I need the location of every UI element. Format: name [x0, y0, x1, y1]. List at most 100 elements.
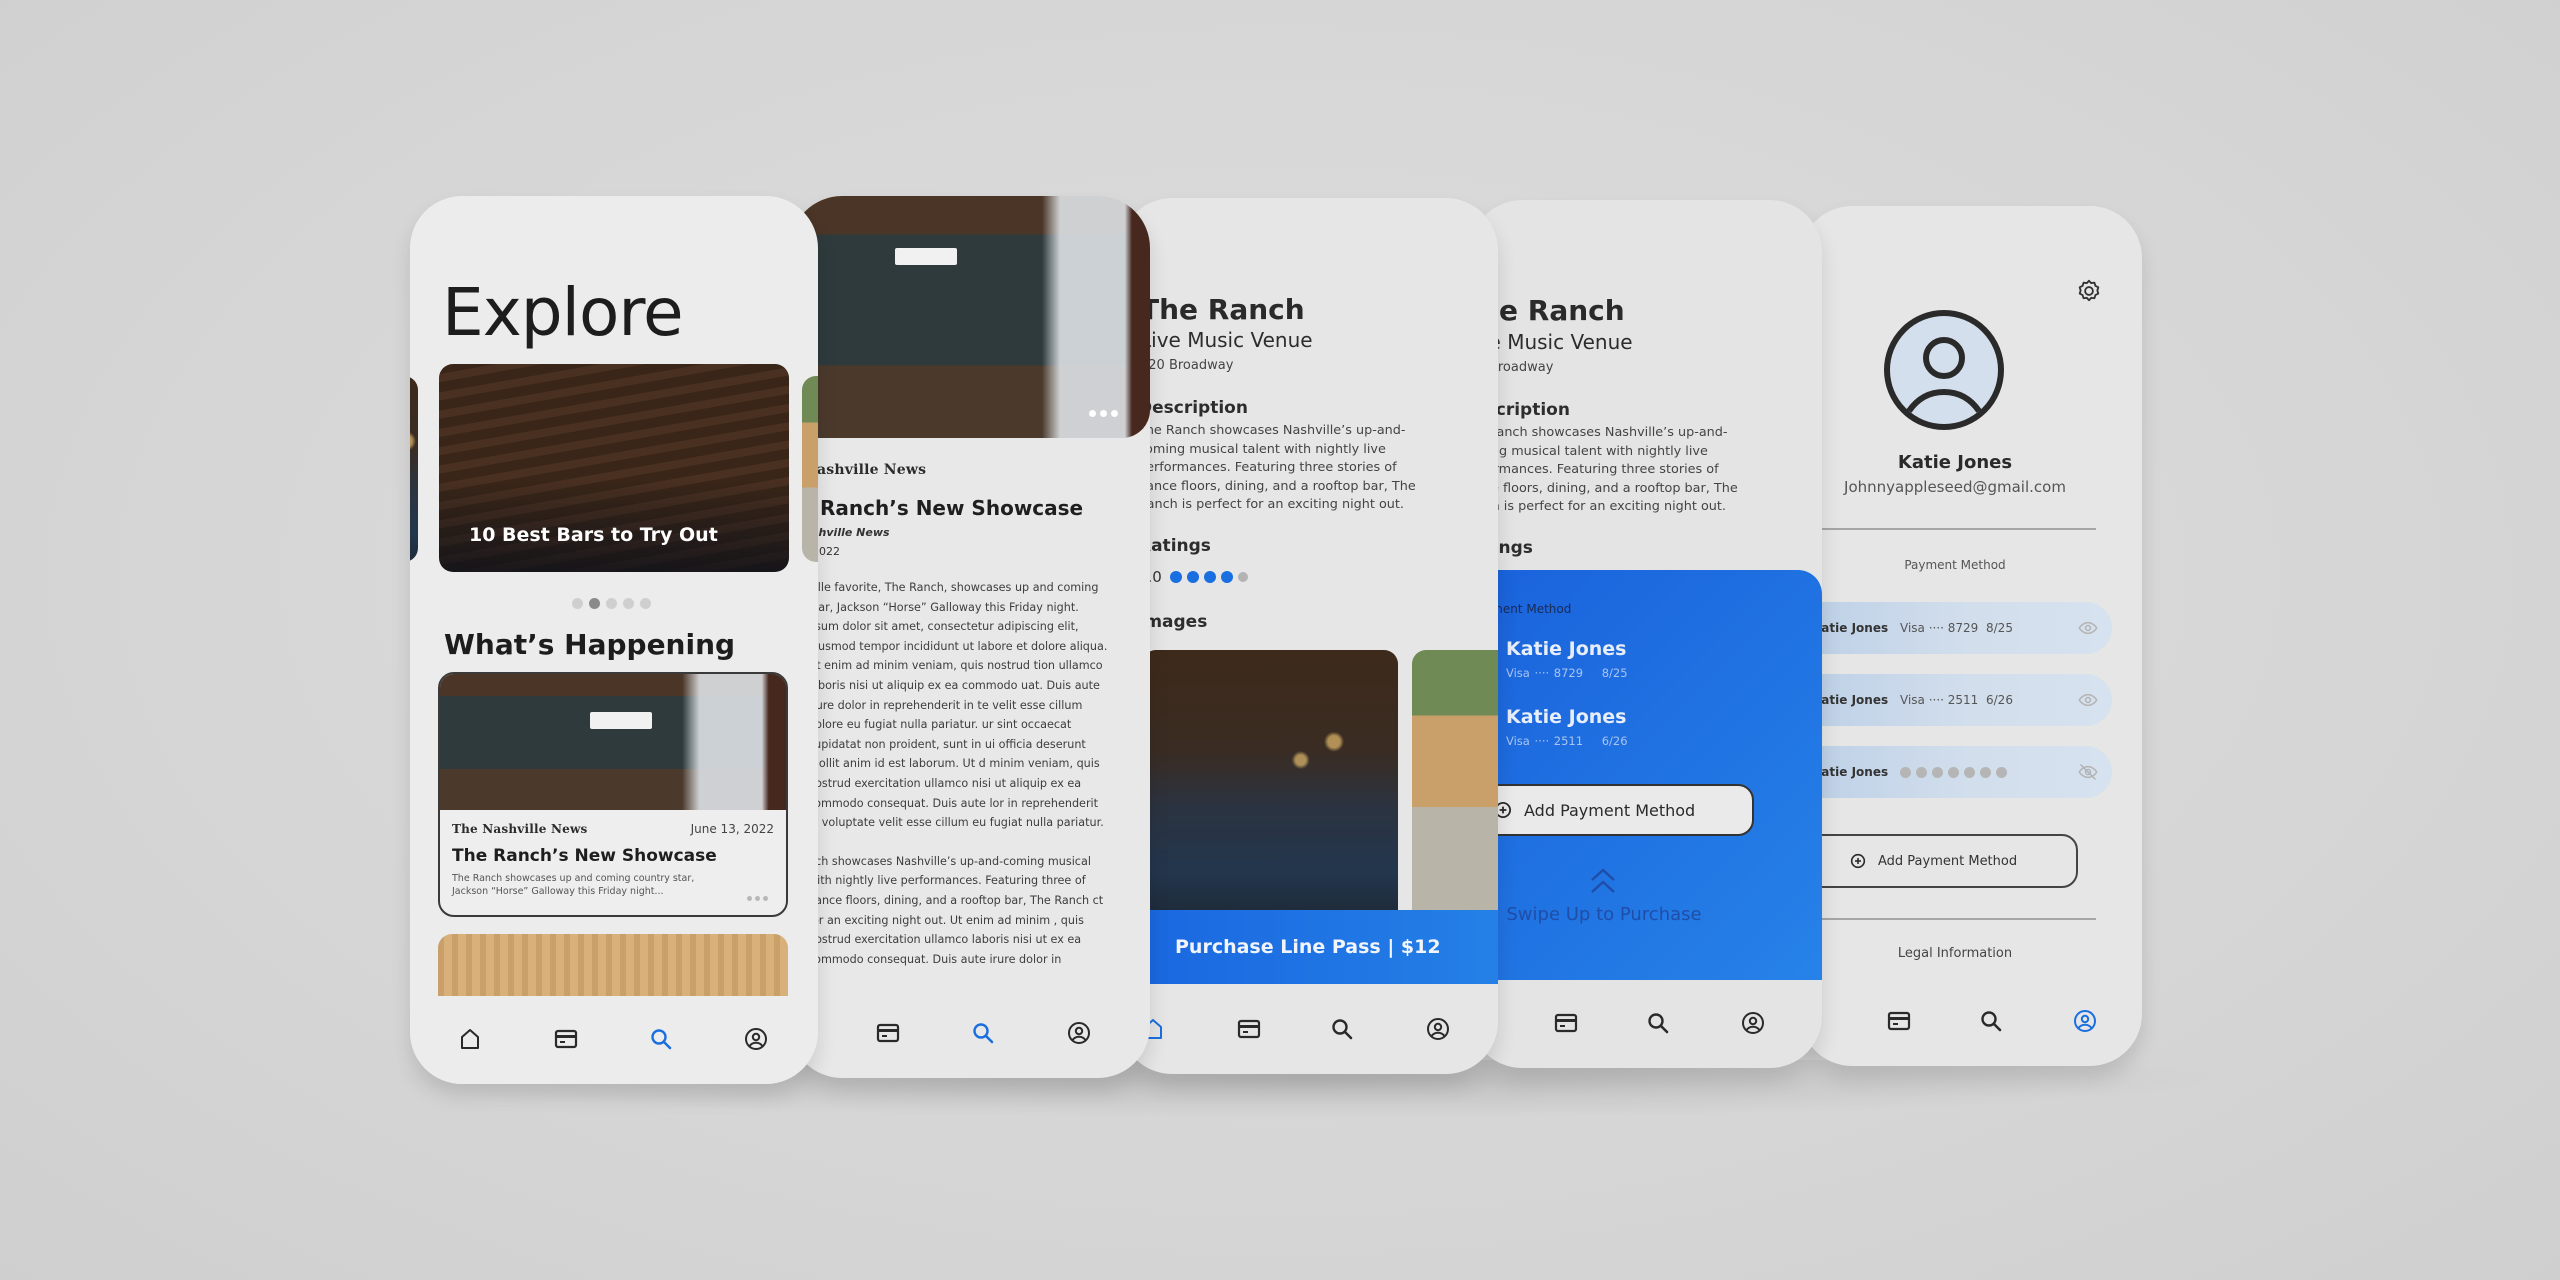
- card-number: Visa ···· 2511: [1506, 734, 1584, 748]
- tab-bar: [1800, 976, 2142, 1066]
- card-holder: Katie Jones: [1812, 621, 1889, 635]
- description-title: Description: [1138, 398, 1248, 418]
- tab-home-icon[interactable]: [457, 1026, 483, 1052]
- news-card-image: [440, 674, 786, 810]
- add-payment-method-button[interactable]: Add Payment Method: [1800, 834, 2078, 888]
- tab-profile-icon[interactable]: [2072, 1008, 2098, 1034]
- article-screen: Nashville News Ranch’s New Showcase shvi…: [790, 196, 1150, 1078]
- profile-name: Katie Jones: [1897, 452, 2013, 473]
- carousel-dot[interactable]: [640, 598, 651, 609]
- card-expiry: 6/26: [1986, 693, 2013, 707]
- more-options-icon[interactable]: [747, 896, 768, 901]
- news-card[interactable]: The Nashville News June 13, 2022 The Ran…: [438, 672, 788, 917]
- article-byline: shville News: [812, 526, 890, 539]
- tab-search-icon[interactable]: [1329, 1016, 1355, 1042]
- tab-bar: [410, 994, 818, 1084]
- more-options-icon[interactable]: [1089, 410, 1118, 417]
- tab-profile-icon[interactable]: [1740, 1010, 1766, 1036]
- tab-bar: [1120, 984, 1498, 1074]
- show-card-eye-icon[interactable]: [2078, 618, 2098, 642]
- card-holder[interactable]: Katie Jones: [1506, 706, 1627, 728]
- rating-dot: [1220, 571, 1233, 583]
- card-details[interactable]: Visa ···· 8729 8/25: [1506, 666, 1628, 680]
- carousel-prev-card[interactable]: [410, 376, 418, 562]
- hero-detail: [895, 248, 957, 265]
- card-details[interactable]: Visa ···· 2511 6/26: [1506, 734, 1628, 748]
- tab-wallet-card-icon[interactable]: [1886, 1008, 1912, 1034]
- payment-sheet[interactable]: Payment Method Katie Jones Visa ···· 872…: [1470, 570, 1822, 980]
- card-holder: Katie Jones: [1812, 765, 1889, 779]
- settings-gear-icon[interactable]: [2076, 278, 2102, 308]
- swipe-up-chevron-icon: [1588, 866, 1618, 900]
- add-payment-method-button[interactable]: Add Payment Method: [1470, 784, 1754, 836]
- article-paragraph: ville favorite, The Ranch, showcases up …: [808, 581, 1108, 830]
- profile-screen: Katie Jones Johnnyappleseed@gmail.com Pa…: [1800, 206, 2142, 1066]
- carousel-next-card[interactable]: [802, 376, 818, 562]
- show-card-eye-icon[interactable]: [2078, 690, 2098, 714]
- carousel-card[interactable]: 10 Best Bars to Try Out: [439, 364, 789, 572]
- carousel-dot[interactable]: [623, 598, 634, 609]
- news-headline: The Ranch’s New Showcase: [452, 846, 717, 866]
- payment-card-row[interactable]: Katie Jones Visa ···· 2511 6/26: [1800, 674, 2112, 726]
- purchase-line-pass-button[interactable]: Purchase Line Pass | $12: [1120, 910, 1498, 984]
- carousel-pagination[interactable]: [572, 598, 651, 609]
- divider: [1810, 528, 2096, 530]
- payment-card-row[interactable]: Katie Jones: [1800, 746, 2112, 798]
- rating-dot: [1169, 571, 1182, 583]
- card-expiry: 8/25: [1986, 621, 2013, 635]
- add-payment-label: Add Payment Method: [1524, 800, 1696, 820]
- publication-name: The Nashville News: [452, 822, 588, 836]
- card-expiry: 8/25: [1601, 666, 1628, 680]
- venue-description: The Ranch showcases Nashville’s up-and-c…: [1470, 425, 1738, 514]
- carousel-dot[interactable]: [606, 598, 617, 609]
- masked-card-number: [1900, 766, 2007, 778]
- hide-card-eye-off-icon[interactable]: [2078, 762, 2098, 786]
- venue-screen: The Ranch Live Music Venue 120 Broadway …: [1120, 198, 1498, 1074]
- news-card-next-image[interactable]: [438, 934, 788, 996]
- tab-bar: [790, 988, 1150, 1078]
- tab-bar: [1470, 978, 1822, 1068]
- checkout-screen: The Ranch Live Music Venue 120 Broadway …: [1470, 200, 1822, 1068]
- tab-wallet-card-icon[interactable]: [875, 1020, 901, 1046]
- rating-dots: [1169, 571, 1248, 583]
- add-circle-icon: [1850, 853, 1866, 869]
- payment-card-row[interactable]: Katie Jones Visa ···· 8729 8/25: [1800, 602, 2112, 654]
- image-detail: [590, 712, 652, 729]
- venue-image-bar[interactable]: [1142, 650, 1398, 912]
- card-number: Visa ···· 8729: [1900, 621, 1979, 635]
- rating-dot: [1186, 571, 1199, 583]
- rating-dot: [1237, 572, 1248, 582]
- carousel-dot[interactable]: [589, 598, 600, 609]
- carousel-dot[interactable]: [572, 598, 583, 609]
- venue-description: The Ranch showcases Nashville’s up-and-c…: [1138, 423, 1416, 512]
- profile-email: Johnnyappleseed@gmail.com: [1844, 478, 2066, 496]
- tab-profile-icon[interactable]: [743, 1026, 769, 1052]
- card-holder: Katie Jones: [1812, 693, 1889, 707]
- article-hero-image: [790, 196, 1150, 438]
- profile-avatar[interactable]: [1882, 308, 2006, 436]
- venue-image-patio[interactable]: [1412, 650, 1498, 912]
- article-paragraph: nch showcases Nashville’s up-and-coming …: [808, 854, 1104, 966]
- tab-profile-icon[interactable]: [1425, 1016, 1451, 1042]
- venue-type: Live Music Venue: [1140, 328, 1313, 352]
- legal-information-link[interactable]: Legal Information: [1800, 946, 2110, 961]
- section-title: What’s Happening: [444, 628, 736, 661]
- venue-name: The Ranch: [1140, 293, 1305, 326]
- tab-wallet-card-icon[interactable]: [1236, 1016, 1262, 1042]
- article-body: ville favorite, The Ranch, showcases up …: [808, 578, 1108, 988]
- tab-search-icon[interactable]: [1645, 1010, 1671, 1036]
- explore-screen: Explore 10 Best Bars to Try Out What’s H…: [410, 196, 818, 1084]
- publication-name: Nashville News: [804, 462, 927, 478]
- swipe-up-to-purchase[interactable]: Swipe Up to Purchase: [1494, 904, 1714, 925]
- tab-wallet-card-icon[interactable]: [553, 1026, 579, 1052]
- payment-method-title: Payment Method: [1904, 558, 2006, 572]
- tab-profile-icon[interactable]: [1066, 1020, 1092, 1046]
- tab-search-icon[interactable]: [1978, 1008, 2004, 1034]
- tab-wallet-card-icon[interactable]: [1553, 1010, 1579, 1036]
- card-holder[interactable]: Katie Jones: [1506, 638, 1627, 660]
- venue-address: 120 Broadway: [1140, 358, 1234, 373]
- card-number: Visa ···· 8729: [1506, 666, 1584, 680]
- tab-search-icon[interactable]: [970, 1020, 996, 1046]
- tab-search-icon[interactable]: [648, 1026, 674, 1052]
- news-date: June 13, 2022: [690, 822, 774, 836]
